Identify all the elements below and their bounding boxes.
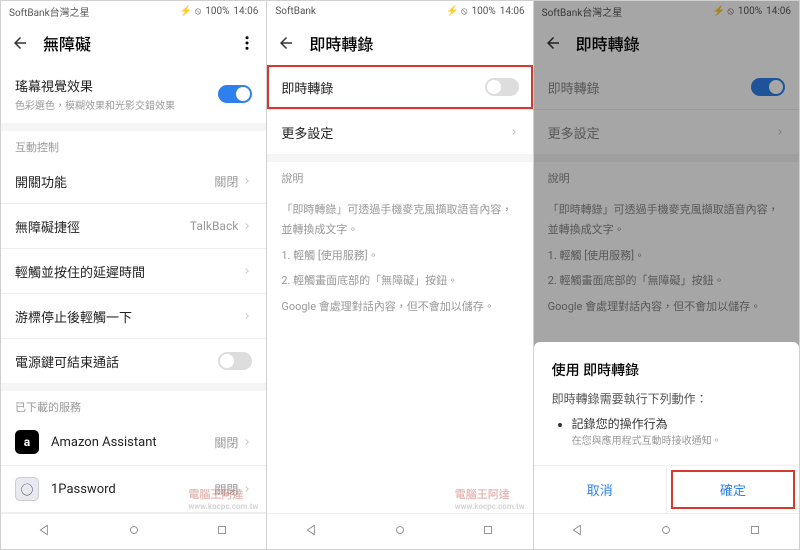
cancel-button[interactable]: 取消 [534,466,666,513]
toggle-live-transcribe[interactable] [751,78,785,96]
carrier-label: SoftBank台灣之星 [542,4,623,19]
back-icon[interactable] [544,34,562,52]
app-bar: 無障礙 [1,21,266,65]
row-cursor-stop[interactable]: 游標停止後輕觸一下 [1,294,266,338]
status-bar: SoftBank ⚡ ⦸100%14:06 [267,1,532,21]
row-shortcut[interactable]: 無障礙捷徑TalkBack [1,204,266,248]
nav-recent-icon[interactable] [215,522,229,541]
chevron-right-icon [242,221,252,231]
nav-recent-icon[interactable] [748,522,762,541]
1password-icon: ◯ [15,477,39,501]
dialog-bullets: 記錄您的操作行為在您與應用程式互動時接收通知。 [552,415,781,447]
carrier-label: SoftBank [275,6,316,17]
nav-bar [1,513,266,549]
chevron-right-icon [242,437,252,447]
row-touch-delay[interactable]: 輕觸並按住的延遲時間 [1,249,266,293]
row-service-amazon[interactable]: aAmazon Assistant關閉 [1,419,266,465]
more-icon[interactable] [238,34,256,52]
row-live-transcribe-toggle[interactable]: 即時轉錄 [267,65,532,109]
dialog-lead: 即時轉錄需要執行下列動作： [552,390,781,407]
nav-home-icon[interactable] [659,522,673,541]
row-live-transcribe-toggle[interactable]: 即時轉錄 [534,65,799,109]
chevron-right-icon [509,127,519,137]
section-description: 說明 [267,162,532,190]
nav-back-icon[interactable] [305,522,319,541]
toggle-visual[interactable] [218,85,252,103]
carrier-label: SoftBank台灣之星 [9,4,90,19]
status-bar: SoftBank台灣之星 ⚡ ⦸100%14:06 [534,1,799,21]
row-more-settings[interactable]: 更多設定 [267,110,532,154]
chevron-right-icon [242,266,252,276]
content-area: 即時轉錄 更多設定 說明 「即時轉錄」可透過手機麥克風擷取語音內容，並轉換成文字… [267,65,532,513]
row-more-settings[interactable]: 更多設定 [534,110,799,154]
back-icon[interactable] [11,34,29,52]
section-downloaded: 已下載的服務 [1,391,266,419]
amazon-icon: a [15,430,39,454]
chevron-right-icon [242,176,252,186]
toggle-live-transcribe[interactable] [485,78,519,96]
row-visual-effects[interactable]: 瑤幕視覺效果色彩選色，模糊效果和光影交錯效果 [1,65,266,123]
screenshot-3: SoftBank台灣之星 ⚡ ⦸100%14:06 即時轉錄 即時轉錄 更多設定… [534,0,800,550]
app-bar: 即時轉錄 [267,21,532,65]
nav-home-icon[interactable] [393,522,407,541]
dialog-title: 使用 即時轉錄 [552,360,781,380]
content-area: 瑤幕視覺效果色彩選色，模糊效果和光影交錯效果 互動控制 開關功能關閉 無障礙捷徑… [1,65,266,513]
description-text: 「即時轉錄」可透過手機麥克風擷取語音內容，並轉換成文字。 1. 輕觸 [使用服務… [534,190,799,333]
row-switch-access[interactable]: 開關功能關閉 [1,159,266,203]
nav-back-icon[interactable] [571,522,585,541]
chevron-right-icon [242,311,252,321]
chevron-right-icon [775,127,785,137]
nav-bar [267,513,532,549]
page-title: 即時轉錄 [576,31,640,55]
chevron-right-icon [242,484,252,494]
app-bar: 即時轉錄 [534,21,799,65]
nav-bar [534,513,799,549]
back-icon[interactable] [277,34,295,52]
page-title: 無障礙 [43,31,91,55]
permission-dialog: 使用 即時轉錄 即時轉錄需要執行下列動作： 記錄您的操作行為在您與應用程式互動時… [534,342,799,513]
row-power-end-call[interactable]: 電源鍵可結束通話 [1,339,266,383]
nav-recent-icon[interactable] [481,522,495,541]
nav-back-icon[interactable] [38,522,52,541]
toggle-power-end[interactable] [218,352,252,370]
status-bar: SoftBank台灣之星 ⚡ ⦸100%14:06 [1,1,266,21]
screenshot-1: SoftBank台灣之星 ⚡ ⦸100%14:06 無障礙 瑤幕視覺效果色彩選色… [0,0,267,550]
screenshot-2: SoftBank ⚡ ⦸100%14:06 即時轉錄 即時轉錄 更多設定 說明 … [267,0,533,550]
section-description: 說明 [534,162,799,190]
row-service-1password[interactable]: ◯1Password關閉 [1,466,266,512]
description-text: 「即時轉錄」可透過手機麥克風擷取語音內容，並轉換成文字。 1. 輕觸 [使用服務… [267,190,532,333]
page-title: 即時轉錄 [309,31,373,55]
nav-home-icon[interactable] [127,522,141,541]
ok-button[interactable]: 確定 [667,466,799,513]
section-interaction: 互動控制 [1,131,266,159]
